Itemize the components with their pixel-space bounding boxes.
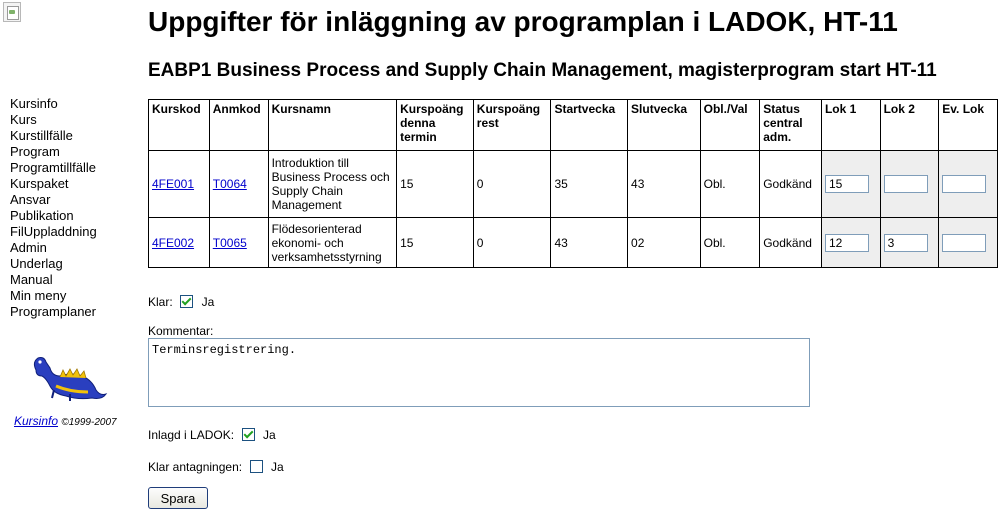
col-header-evlok: Ev. Lok xyxy=(938,99,998,151)
klar-checkbox[interactable] xyxy=(180,295,194,308)
page-title: Uppgifter för inläggning av programplan … xyxy=(148,6,898,37)
sidebar-item-programplaner[interactable]: Programplaner xyxy=(10,304,135,320)
col-header-startvecka: Startvecka xyxy=(550,99,629,151)
slutvecka-cell: 02 xyxy=(627,217,701,268)
kursnamn-cell: Introduktion till Business Process och S… xyxy=(267,150,398,218)
sidebar-item-kurspaket[interactable]: Kurspaket xyxy=(10,176,135,192)
col-header-kurskod: Kurskod xyxy=(148,99,210,151)
sidebar-item-kursinfo[interactable]: Kursinfo xyxy=(10,96,135,112)
poang-cell: 15 xyxy=(396,217,474,268)
sidebar-item-program[interactable]: Program xyxy=(10,144,135,160)
status-cell: Godkänd xyxy=(759,217,822,268)
save-button[interactable]: Spara xyxy=(148,487,208,509)
sidebar-item-kurs[interactable]: Kurs xyxy=(10,112,135,128)
klar-label: Klar: xyxy=(148,295,173,309)
broken-image-icon xyxy=(3,2,21,22)
slutvecka-cell: 43 xyxy=(627,150,701,218)
rest-cell: 0 xyxy=(472,150,552,218)
klar-option-label: Ja xyxy=(201,295,215,309)
evlok-input[interactable] xyxy=(942,233,987,252)
lok1-input[interactable] xyxy=(824,175,869,193)
antagning-label: Klar antagningen: xyxy=(148,460,243,474)
sidebar-item-underlag[interactable]: Underlag xyxy=(10,256,135,272)
sidebar-item-programtillfalle[interactable]: Programtillfälle xyxy=(10,160,135,176)
sidebar-item-admin[interactable]: Admin xyxy=(10,240,135,256)
program-subtitle: EABP1 Business Process and Supply Chain … xyxy=(148,60,937,81)
col-header-slutvecka: Slutvecka xyxy=(627,99,701,151)
sidebar-item-publikation[interactable]: Publikation xyxy=(10,208,135,224)
col-header-lok1: Lok 1 xyxy=(820,99,881,151)
credit-footer: Kursinfo ©1999-2007 xyxy=(14,414,117,428)
lok2-input[interactable] xyxy=(883,175,928,193)
sidebar-item-manual[interactable]: Manual xyxy=(10,272,135,288)
kommentar-label: Kommentar: xyxy=(148,324,214,338)
table-header-row: Kurskod Anmkod Kursnamn Kurspoäng denna … xyxy=(148,99,998,151)
obl-val-cell: Obl. xyxy=(699,217,761,268)
col-header-anmkod: Anmkod xyxy=(208,99,269,151)
startvecka-cell: 43 xyxy=(550,217,629,268)
startvecka-cell: 35 xyxy=(550,150,629,218)
sidebar-item-ansvar[interactable]: Ansvar xyxy=(10,192,135,208)
evlok-input[interactable] xyxy=(942,175,987,193)
table-row: 4FE001 T0064 Introduktion till Business … xyxy=(148,150,998,218)
lok2-input[interactable] xyxy=(883,233,928,252)
status-cell: Godkänd xyxy=(759,150,822,218)
lok1-input[interactable] xyxy=(824,233,869,252)
table-row: 4FE002 T0065 Flödesorienterad ekonomi- o… xyxy=(148,217,998,268)
antagning-row: Klar antagningen: Ja xyxy=(148,458,284,476)
klar-row: Klar: Ja xyxy=(148,293,214,311)
kurskod-link[interactable]: 4FE001 xyxy=(152,177,194,191)
anmkod-link[interactable]: T0064 xyxy=(213,177,247,191)
antagning-option-label: Ja xyxy=(270,460,284,474)
antagning-checkbox[interactable] xyxy=(249,460,263,473)
kurskod-link[interactable]: 4FE002 xyxy=(152,236,194,250)
ladok-checkbox[interactable] xyxy=(241,428,255,441)
kursinfo-credit-link[interactable]: Kursinfo xyxy=(14,414,58,428)
anmkod-link[interactable]: T0065 xyxy=(213,236,247,250)
sidebar-item-min-meny[interactable]: Min meny xyxy=(10,288,135,304)
obl-val-cell: Obl. xyxy=(699,150,761,218)
col-header-kursnamn: Kursnamn xyxy=(267,99,398,151)
ladok-label: Inlagd i LADOK: xyxy=(148,428,235,442)
ladok-option-label: Ja xyxy=(262,428,276,442)
kommentar-textarea[interactable]: Terminsregistrering. xyxy=(148,338,810,407)
kursnamn-cell: Flödesorienterad ekonomi- och verksamhet… xyxy=(267,217,398,268)
sidebar-item-kurstillfalle[interactable]: Kurstillfälle xyxy=(10,128,135,144)
rest-cell: 0 xyxy=(472,217,552,268)
programplan-table: Kurskod Anmkod Kursnamn Kurspoäng denna … xyxy=(148,99,998,268)
sidebar-item-filuppladdning[interactable]: FilUppladdning xyxy=(10,224,135,240)
sidebar-nav: Kursinfo Kurs Kurstillfälle Program Prog… xyxy=(10,96,135,320)
dragon-mascot-icon xyxy=(33,357,108,401)
col-header-lok2: Lok 2 xyxy=(879,99,940,151)
ladok-row: Inlagd i LADOK: Ja xyxy=(148,426,276,444)
col-header-kurspoang-termin: Kurspoäng denna termin xyxy=(396,99,474,151)
col-header-kurspoang-rest: Kurspoäng rest xyxy=(472,99,552,151)
poang-cell: 15 xyxy=(396,150,474,218)
copyright-text: ©1999-2007 xyxy=(61,417,117,428)
col-header-status: Status central adm. xyxy=(759,99,822,151)
col-header-obl-val: Obl./Val xyxy=(699,99,761,151)
